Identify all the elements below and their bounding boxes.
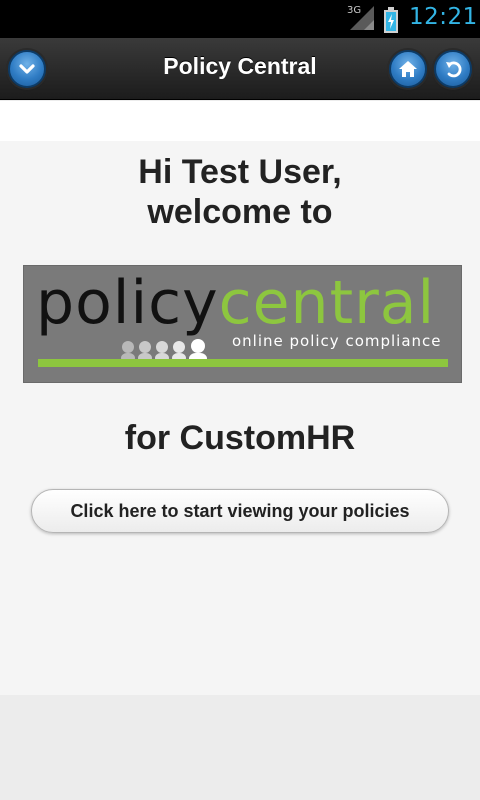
logo-tagline: online policy compliance — [232, 332, 442, 350]
greeting-line-2: welcome to — [147, 193, 333, 231]
content-top-strip — [0, 101, 480, 141]
policy-central-logo: policycentral online policy compliance — [23, 265, 462, 383]
back-button[interactable] — [434, 50, 472, 88]
welcome-heading: Hi Test User, welcome to — [0, 152, 480, 232]
signal-icon — [350, 6, 374, 30]
logo-word-central: central — [218, 268, 436, 338]
status-bar: 3G 12:21 — [0, 0, 480, 38]
app-header: Policy Central — [0, 38, 480, 100]
logo-underline — [38, 359, 448, 367]
clock: 12:21 — [409, 4, 478, 30]
company-heading: for CustomHR — [124, 419, 356, 457]
home-button[interactable] — [389, 50, 427, 88]
greeting-line-1: Hi Test User, — [138, 153, 342, 191]
logo-word-policy: policy — [36, 268, 219, 338]
home-icon — [399, 61, 417, 77]
refresh-back-icon — [446, 61, 462, 78]
start-viewing-policies-button[interactable]: Click here to start viewing your policie… — [31, 489, 449, 533]
logo-wordmark: policycentral — [36, 268, 435, 338]
battery-charging-icon — [384, 7, 398, 33]
footer-area — [0, 695, 480, 800]
